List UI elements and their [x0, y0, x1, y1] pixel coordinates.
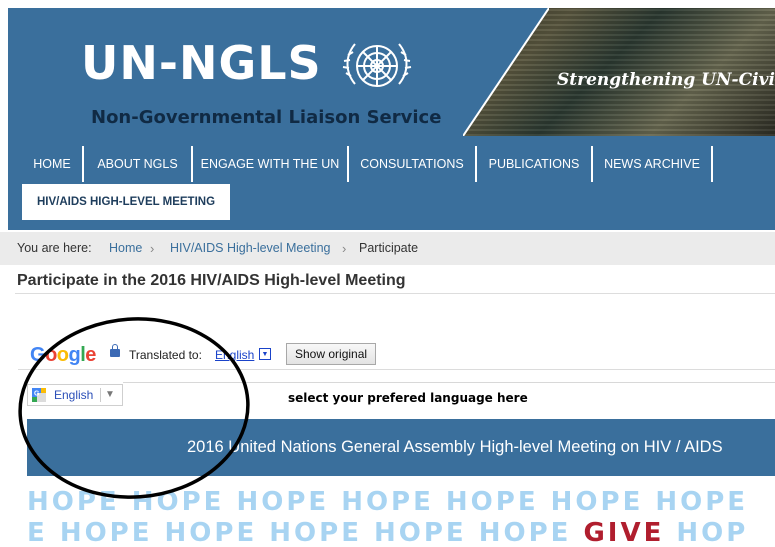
- chevron-down-icon[interactable]: ▼: [259, 348, 271, 360]
- hope-row-1: HOPE HOPE HOPE HOPE HOPE HOPE HOPE: [27, 487, 749, 517]
- hope-row-2-start: E HOPE HOPE HOPE HOPE HOPE: [27, 518, 584, 547]
- breadcrumb-hiv-aids-link[interactable]: HIV/AIDS High-level Meeting: [170, 232, 330, 265]
- main-nav: HOME ABOUT NGLS ENGAGE WITH THE UN CONSU…: [8, 136, 775, 230]
- breadcrumb-prefix: You are here:: [17, 241, 92, 255]
- nav-item-publications[interactable]: PUBLICATIONS: [477, 146, 593, 182]
- hope-graphic: HOPE HOPE HOPE HOPE HOPE HOPE HOPE E HOP…: [27, 486, 775, 547]
- nav-item-news-archive[interactable]: NEWS ARCHIVE: [593, 146, 713, 182]
- breadcrumb: You are here: Home › HIV/AIDS High-level…: [0, 232, 775, 265]
- chevron-down-icon[interactable]: ▼: [105, 385, 115, 405]
- breadcrumb-chevron-icon: ›: [342, 241, 347, 256]
- site-header: UN-NGLS Non-Governmental Liaison Service…: [8, 8, 775, 136]
- nav-item-hiv-aids-high-level-meeting[interactable]: HIV/AIDS HIGH-LEVEL MEETING: [22, 184, 230, 220]
- translated-language-link[interactable]: English: [215, 341, 254, 369]
- site-logo[interactable]: UN-NGLS: [81, 40, 322, 86]
- language-hint: select your prefered language here: [288, 391, 528, 405]
- header-tagline: Strengthening UN-Civil So: [557, 70, 775, 90]
- google-translate-icon: G: [32, 388, 46, 402]
- svg-text:G: G: [34, 391, 40, 398]
- show-original-button[interactable]: Show original: [286, 343, 377, 365]
- lock-icon: [110, 344, 120, 357]
- title-divider: [15, 293, 775, 294]
- breadcrumb-chevron-icon: ›: [150, 241, 155, 256]
- language-select-value: English: [54, 388, 94, 402]
- site-subtitle: Non-Governmental Liaison Service: [91, 107, 442, 128]
- translated-to-label: Translated to:: [129, 348, 202, 362]
- meeting-banner: 2016 United Nations General Assembly Hig…: [27, 419, 775, 476]
- breadcrumb-current: Participate: [359, 241, 419, 255]
- page-title: Participate in the 2016 HIV/AIDS High-le…: [17, 272, 406, 289]
- meeting-banner-text: 2016 United Nations General Assembly Hig…: [187, 438, 723, 456]
- breadcrumb-home-link[interactable]: Home: [109, 232, 142, 265]
- divider: [100, 388, 101, 402]
- nav-item-about-ngls[interactable]: ABOUT NGLS: [84, 146, 193, 182]
- top-strip: [0, 0, 775, 8]
- google-translate-bar: Google Translated to: English ▼ Show ori…: [18, 341, 775, 370]
- nav-item-engage-with-the-un[interactable]: ENGAGE WITH THE UN: [193, 146, 349, 182]
- divider: [123, 382, 775, 383]
- nav-item-consultations[interactable]: CONSULTATIONS: [349, 146, 477, 182]
- nav-item-home[interactable]: HOME: [22, 146, 84, 182]
- give-word: GIVE: [583, 518, 665, 547]
- hope-row-2: E HOPE HOPE HOPE HOPE HOPE GIVE HOP: [27, 520, 775, 546]
- google-logo: Google: [30, 344, 96, 366]
- language-select[interactable]: G English ▼: [27, 384, 123, 406]
- hope-row-2-end: HOP: [664, 518, 749, 547]
- un-emblem-icon: [342, 43, 412, 87]
